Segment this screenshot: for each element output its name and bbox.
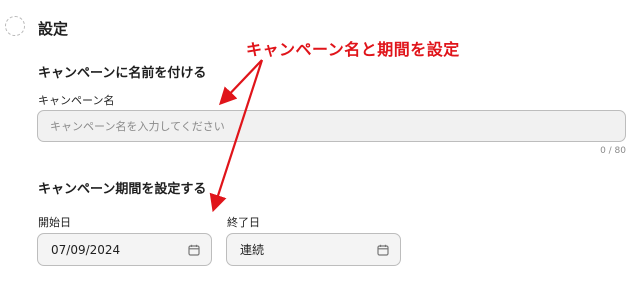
character-counter: 0 / 80 [600,146,626,156]
calendar-icon[interactable] [188,244,200,256]
campaign-name-heading: キャンペーンに名前を付ける [38,66,207,81]
campaign-name-label: キャンペーン名 [38,94,115,107]
annotation-text: キャンペーン名と期間を設定 [246,40,460,59]
arrow-to-name-field [218,59,263,106]
campaign-period-heading: キャンペーン期間を設定する [38,182,207,197]
step-status-icon [5,16,25,36]
end-date-label: 終了日 [227,216,260,229]
start-date-picker[interactable]: 07/09/2024 [37,233,212,266]
campaign-name-input[interactable] [37,110,626,142]
calendar-icon[interactable] [377,244,389,256]
end-date-value: 連続 [240,243,265,257]
start-date-value: 07/09/2024 [51,242,121,257]
start-date-label: 開始日 [38,216,71,229]
end-date-picker[interactable]: 連続 [226,233,401,266]
section-title: 設定 [38,20,69,38]
